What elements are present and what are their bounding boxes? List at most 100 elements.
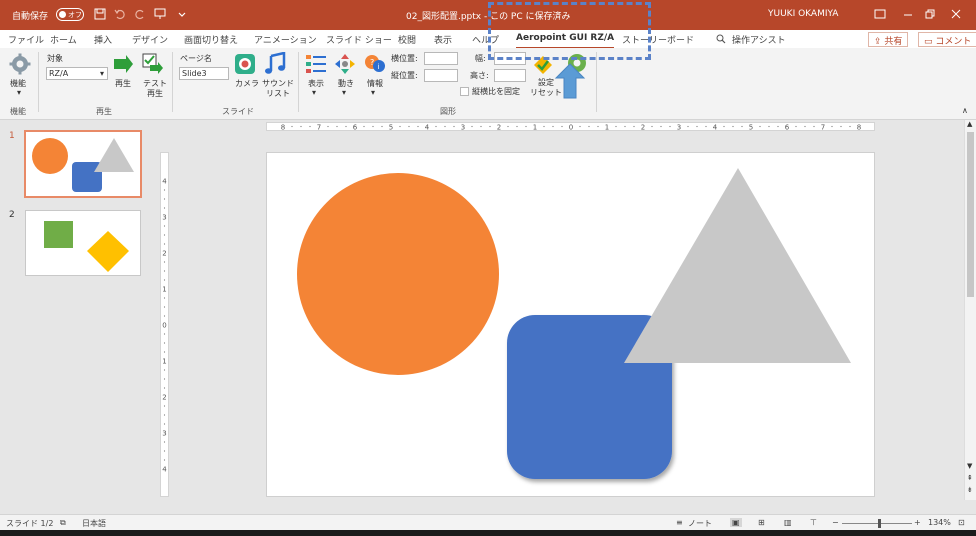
dropdown-arrow-icon: ▾: [371, 88, 376, 97]
minimize-icon[interactable]: [902, 8, 914, 20]
ruler-tick-mark: [795, 125, 797, 128]
ruler-tick-mark: [163, 297, 166, 299]
ruler-tick-mark: [660, 125, 662, 128]
music-note-icon[interactable]: [264, 52, 286, 76]
ruler-tick-label: 3: [677, 124, 681, 131]
share-button[interactable]: ⇪ 共有: [868, 32, 909, 47]
language-label[interactable]: 日本語: [82, 518, 106, 529]
width-label: 幅:: [475, 54, 486, 63]
motion-icon[interactable]: [334, 53, 356, 75]
notes-button[interactable]: ノート: [688, 518, 712, 529]
scrollbar-thumb[interactable]: [967, 132, 974, 297]
page-name-input[interactable]: Slide3: [179, 67, 229, 80]
start-from-beginning-icon[interactable]: [154, 8, 166, 20]
ruler-tick-mark: [163, 243, 166, 245]
tab-design[interactable]: デザイン: [132, 33, 168, 46]
close-icon[interactable]: [950, 8, 962, 20]
ruler-tick-mark: [372, 125, 374, 128]
gear-icon[interactable]: [9, 53, 31, 75]
target-select[interactable]: RZ/A ▾: [46, 67, 108, 80]
slide-thumbnail-1[interactable]: [24, 130, 142, 198]
tab-review[interactable]: 校閲: [398, 33, 416, 46]
os-taskbar: [0, 530, 976, 536]
zoom-level[interactable]: 134%: [928, 518, 951, 527]
ruler-tick-label: 4: [162, 466, 167, 474]
orange-circle[interactable]: [297, 173, 499, 375]
slide-canvas[interactable]: [266, 152, 875, 497]
user-name[interactable]: YUUKI OKAMIYA: [768, 9, 838, 19]
scroll-up-icon[interactable]: ▲: [967, 120, 972, 128]
redo-icon[interactable]: [134, 8, 146, 20]
test-play-button-label[interactable]: テスト 再生: [143, 79, 167, 99]
vertical-scrollbar[interactable]: ▲ ▼ ⇞ ⇟: [964, 120, 976, 500]
play-button-label[interactable]: 再生: [115, 79, 131, 89]
chevron-down-icon: ▾: [99, 69, 104, 78]
tab-slideshow[interactable]: スライド ショー: [326, 33, 392, 46]
undo-icon[interactable]: [114, 8, 126, 20]
autosave-toggle[interactable]: オフ: [56, 8, 84, 21]
ruler-tick-label: 6: [353, 124, 358, 131]
ruler-tick-label: 7: [317, 124, 321, 131]
previous-slide-icon[interactable]: ⇞: [967, 474, 973, 482]
ruler-tick-mark: [399, 125, 401, 128]
tell-me-input[interactable]: 操作アシスト: [732, 33, 786, 46]
scroll-down-icon[interactable]: ▼: [967, 462, 972, 470]
ruler-tick-mark: [163, 423, 166, 425]
ruler-tick-mark: [705, 125, 707, 128]
camera-button-label[interactable]: カメラ: [235, 79, 259, 89]
target-label: 対象: [47, 54, 63, 63]
normal-view-icon[interactable]: ▣: [730, 518, 742, 527]
ruler-tick-label: 4: [425, 124, 430, 131]
ruler-tick-label: 1: [605, 124, 609, 131]
save-icon[interactable]: [94, 8, 106, 20]
tab-transitions[interactable]: 画面切り替え: [184, 33, 238, 46]
customize-qat-icon[interactable]: [176, 8, 188, 20]
gray-triangle[interactable]: [624, 168, 851, 363]
next-slide-icon[interactable]: ⇟: [967, 486, 973, 494]
ruler-tick-mark: [525, 125, 527, 128]
horizontal-ruler-ticks: 8 7 6 5 4 3 2 1 0 1 2 3 4 5 6 7 8: [281, 124, 861, 132]
tab-view[interactable]: 表示: [434, 33, 452, 46]
reading-view-icon[interactable]: ▥: [784, 518, 792, 527]
ruler-tick-label: 1: [162, 286, 166, 294]
ruler-tick-mark: [345, 125, 347, 128]
lock-aspect-checkbox[interactable]: [460, 87, 469, 96]
height-input[interactable]: [494, 69, 526, 82]
fit-slide-icon[interactable]: ⊡: [958, 518, 965, 527]
xpos-input[interactable]: [424, 52, 458, 65]
collapse-ribbon-icon[interactable]: ∧: [962, 106, 968, 116]
tab-insert[interactable]: 挿入: [94, 33, 112, 46]
slide-thumbnail-2[interactable]: [25, 210, 141, 276]
comment-button[interactable]: ▭ コメント: [918, 32, 976, 47]
zoom-in-icon[interactable]: +: [914, 518, 921, 527]
ruler-tick-mark: [849, 125, 851, 128]
restore-icon[interactable]: [924, 8, 936, 20]
test-play-icon[interactable]: [142, 53, 164, 75]
info-icon[interactable]: ? i: [364, 53, 386, 75]
slide-sorter-icon[interactable]: ⊞: [758, 518, 765, 527]
ruler-tick-mark: [163, 189, 166, 191]
zoom-slider-track[interactable]: [842, 523, 912, 524]
slideshow-icon[interactable]: ⊤: [810, 518, 817, 527]
ruler-tick-label: 3: [162, 214, 166, 222]
zoom-out-icon[interactable]: −: [832, 518, 839, 527]
ruler-tick-mark: [163, 198, 166, 200]
ypos-input[interactable]: [424, 69, 458, 82]
tab-file[interactable]: ファイル: [8, 33, 44, 46]
ribbon-display-options-icon[interactable]: [874, 8, 886, 20]
play-icon[interactable]: [112, 53, 134, 75]
zoom-slider-thumb[interactable]: [878, 519, 881, 528]
ruler-tick-mark: [163, 351, 166, 353]
ruler-tick-mark: [309, 125, 311, 128]
display-list-icon[interactable]: [305, 53, 327, 75]
camera-icon[interactable]: [234, 53, 256, 75]
tab-animations[interactable]: アニメーション: [254, 33, 317, 46]
tab-home[interactable]: ホーム: [50, 33, 77, 46]
ruler-tick-mark: [435, 125, 437, 128]
ruler-tick-label: 0: [569, 124, 573, 131]
ruler-tick-mark: [163, 450, 166, 452]
spellcheck-icon[interactable]: ⧉: [60, 518, 66, 528]
sound-list-button-label[interactable]: サウンド リスト: [262, 79, 294, 99]
ruler-tick-mark: [163, 333, 166, 335]
ruler-tick-label: 6: [785, 124, 790, 131]
